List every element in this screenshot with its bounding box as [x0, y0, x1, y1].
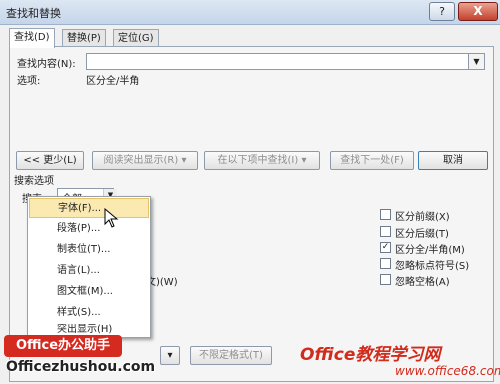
tab-find[interactable]: 查找(D)	[9, 28, 55, 48]
option-label: 区分前缀(X)	[395, 212, 450, 223]
watermark-site: www.office68.com	[395, 364, 500, 378]
tab-replace[interactable]: 替换(P)	[62, 29, 106, 47]
checkbox[interactable]	[380, 258, 391, 269]
close-button[interactable]: X	[458, 2, 498, 21]
checkbox[interactable]	[380, 209, 391, 220]
menu-item-style[interactable]: 样式(S)...	[29, 303, 149, 323]
find-what-label: 查找内容(N):	[17, 59, 76, 70]
search-options-heading: 搜索选项	[14, 176, 54, 187]
checkbox-checked[interactable]: ✓	[380, 242, 391, 253]
watermark-office68: Office教程学习网 www.office68.com	[300, 338, 500, 382]
option-label: 区分全/半角(M)	[395, 245, 465, 256]
watermark-url: Officezhushou.com	[6, 359, 156, 375]
mouse-cursor-icon	[104, 208, 119, 228]
menu-item-tabs[interactable]: 制表位(T)...	[29, 240, 149, 260]
find-next-button[interactable]: 查找下一处(F)	[330, 151, 414, 170]
less-button[interactable]: << 更少(L)	[16, 151, 84, 170]
options-label: 选项:	[17, 76, 41, 87]
option-label: 忽略标点符号(S)	[395, 261, 470, 272]
find-replace-dialog: 查找和替换 ? X 查找(D) 替换(P) 定位(G) 查找内容(N): ▼ 选…	[0, 0, 500, 384]
tab-goto[interactable]: 定位(G)	[113, 29, 159, 47]
format-menu: 字体(F)... 段落(P)... 制表位(T)... 语言(L)... 图文框…	[27, 196, 151, 338]
menu-item-font[interactable]: 字体(F)...	[29, 198, 149, 218]
window-title: 查找和替换	[6, 7, 61, 20]
checkbox[interactable]	[380, 274, 391, 285]
no-format-button[interactable]: 不限定格式(T)	[190, 346, 272, 365]
option-label: 忽略空格(A)	[395, 277, 450, 288]
menu-item-frame[interactable]: 图文框(M)...	[29, 282, 149, 302]
options-value: 区分全/半角	[86, 76, 140, 87]
watermark-brand: Office教程学习网	[300, 345, 441, 365]
chevron-down-icon[interactable]: ▼	[468, 53, 485, 70]
cancel-button[interactable]: 取消	[418, 151, 488, 170]
menu-item-paragraph[interactable]: 段落(P)...	[29, 219, 149, 239]
menu-item-language[interactable]: 语言(L)...	[29, 261, 149, 281]
watermark-office-helper: Office办公助手 Officezhushou.com	[0, 335, 172, 381]
reading-highlight-button[interactable]: 阅读突出显示(R) ▾	[92, 151, 198, 170]
find-in-button[interactable]: 在以下项中查找(I) ▾	[204, 151, 320, 170]
help-button[interactable]: ?	[429, 2, 455, 21]
watermark-badge: Office办公助手	[4, 335, 122, 357]
option-label: 区分后缀(T)	[395, 229, 449, 240]
checkbox[interactable]	[380, 226, 391, 237]
find-what-input[interactable]	[86, 53, 470, 70]
title-bar: 查找和替换 ? X	[0, 0, 500, 25]
